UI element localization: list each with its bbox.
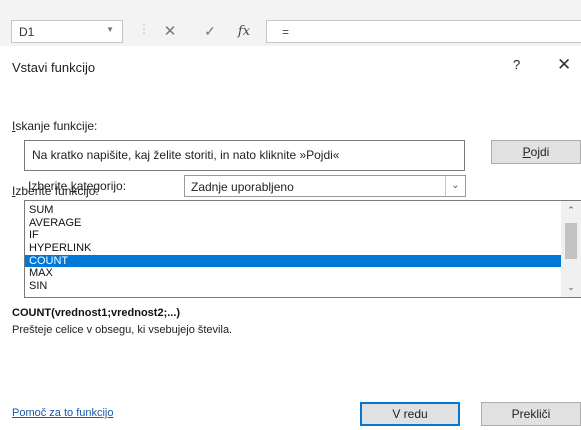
name-box[interactable]: D1 ▼ bbox=[11, 20, 123, 43]
chevron-up-icon[interactable]: ⌃ bbox=[561, 205, 581, 216]
list-item[interactable]: COUNT bbox=[25, 254, 562, 268]
function-list[interactable]: SUM AVERAGE IF HYPERLINK COUNT MAX SIN ⌃ ⌄ bbox=[24, 200, 581, 298]
scrollbar[interactable]: ⌃ ⌄ bbox=[561, 201, 581, 297]
formula-input[interactable]: = bbox=[266, 20, 581, 43]
insert-function-icon[interactable]: fx bbox=[232, 20, 256, 43]
cancel-button[interactable]: Prekliči bbox=[481, 402, 581, 426]
name-box-value: D1 bbox=[19, 25, 35, 39]
ok-button[interactable]: V redu bbox=[360, 402, 460, 426]
cancel-icon[interactable]: ✕ bbox=[160, 20, 180, 43]
category-value: Zadnje uporabljeno bbox=[191, 180, 294, 194]
list-item[interactable]: SIN bbox=[25, 280, 562, 293]
formula-text: = bbox=[282, 25, 290, 39]
scrollbar-thumb[interactable] bbox=[565, 223, 577, 259]
list-item[interactable]: MAX bbox=[25, 267, 562, 280]
list-item[interactable]: AVERAGE bbox=[25, 217, 562, 230]
function-signature: COUNT(vrednost1;vrednost2;...) bbox=[12, 307, 181, 319]
search-input[interactable]: Na kratko napišite, kaj želite storiti, … bbox=[24, 140, 465, 171]
check-icon[interactable]: ✓ bbox=[200, 20, 220, 43]
category-select[interactable]: Zadnje uporabljeno ⌄ bbox=[184, 175, 466, 197]
close-icon[interactable]: ✕ bbox=[557, 55, 571, 75]
list-item[interactable]: IF bbox=[25, 229, 562, 242]
list-item[interactable]: HYPERLINK bbox=[25, 242, 562, 255]
function-list-label: Izberite funkcijo: bbox=[12, 184, 99, 198]
chevron-down-icon[interactable]: ▼ bbox=[106, 25, 114, 34]
help-icon[interactable]: ? bbox=[513, 57, 520, 72]
function-list-items: SUM AVERAGE IF HYPERLINK COUNT MAX SIN bbox=[25, 204, 562, 293]
formula-bar: D1 ▼ ⋮ ✕ ✓ fx = bbox=[0, 0, 581, 46]
chevron-down-icon[interactable]: ⌄ bbox=[561, 282, 581, 293]
list-item[interactable]: SUM bbox=[25, 204, 562, 217]
search-input-text: Na kratko napišite, kaj želite storiti, … bbox=[32, 148, 340, 162]
dialog-title: Vstavi funkcijo bbox=[12, 60, 96, 75]
chevron-down-icon[interactable]: ⌄ bbox=[445, 176, 465, 196]
help-link[interactable]: Pomoč za to funkcijo bbox=[12, 407, 114, 419]
function-description: Prešteje celice v obsegu, ki vsebujejo š… bbox=[12, 324, 233, 336]
grip-icon: ⋮ bbox=[138, 22, 150, 36]
go-button[interactable]: Pojdi bbox=[491, 140, 581, 164]
search-label: Iskanje funkcije: bbox=[12, 119, 98, 133]
